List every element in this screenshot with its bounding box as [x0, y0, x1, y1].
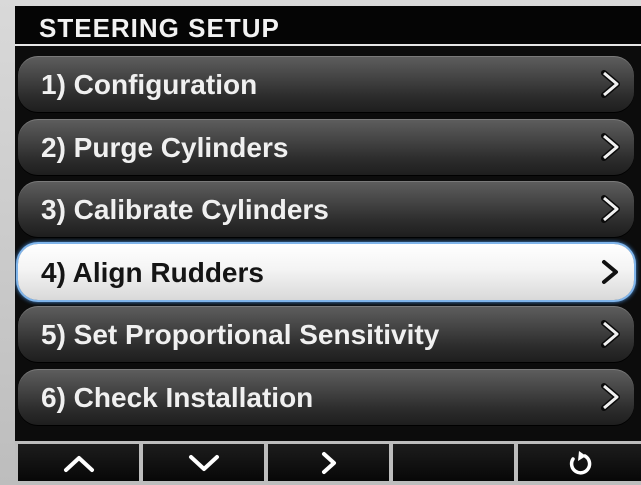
enter-softkey[interactable]: [268, 444, 389, 481]
menu-item-align-rudders[interactable]: 4) Align Rudders: [18, 244, 634, 300]
chevron-right-icon: [601, 195, 620, 223]
menu-item-calibrate-cylinders[interactable]: 3) Calibrate Cylinders: [18, 181, 634, 237]
menu-item-check-installation[interactable]: 6) Check Installation: [18, 369, 634, 425]
back-softkey[interactable]: [518, 444, 641, 481]
chevron-right-icon: [601, 70, 620, 98]
menu-item-label: 3) Calibrate Cylinders: [41, 194, 329, 225]
page-title: STEERING SETUP: [39, 13, 280, 43]
device-bezel: STEERING SETUP 1) Configuration 2) Purge…: [0, 0, 641, 485]
back-arrow-icon: [569, 450, 591, 475]
chevron-right-icon: [321, 451, 336, 474]
chevron-right-icon: [602, 260, 618, 284]
chevron-down-icon: [188, 454, 219, 471]
chevron-right-icon: [601, 383, 620, 411]
menu-item-label: 5) Set Proportional Sensitivity: [41, 319, 440, 350]
menu-item-configuration[interactable]: 1) Configuration: [18, 56, 634, 112]
menu-item-set-proportional-sensitivity[interactable]: 5) Set Proportional Sensitivity: [18, 306, 634, 362]
menu-item-label: 6) Check Installation: [41, 382, 314, 413]
menu-item-purge-cylinders[interactable]: 2) Purge Cylinders: [18, 119, 634, 175]
menu-item-label: 2) Purge Cylinders: [41, 132, 289, 163]
menu-item-label: 1) Configuration: [41, 69, 258, 100]
chevron-right-icon: [601, 133, 620, 161]
chevron-up-icon: [63, 455, 94, 472]
blank-softkey[interactable]: [393, 444, 514, 481]
title-bar: STEERING SETUP: [15, 6, 641, 46]
menu-item-label: 4) Align Rudders: [41, 257, 264, 288]
scroll-down-softkey[interactable]: [143, 444, 264, 481]
chevron-right-icon: [601, 320, 620, 348]
scroll-up-softkey[interactable]: [18, 444, 139, 481]
softkey-bar: [15, 441, 641, 481]
display-screen: STEERING SETUP 1) Configuration 2) Purge…: [15, 6, 641, 481]
